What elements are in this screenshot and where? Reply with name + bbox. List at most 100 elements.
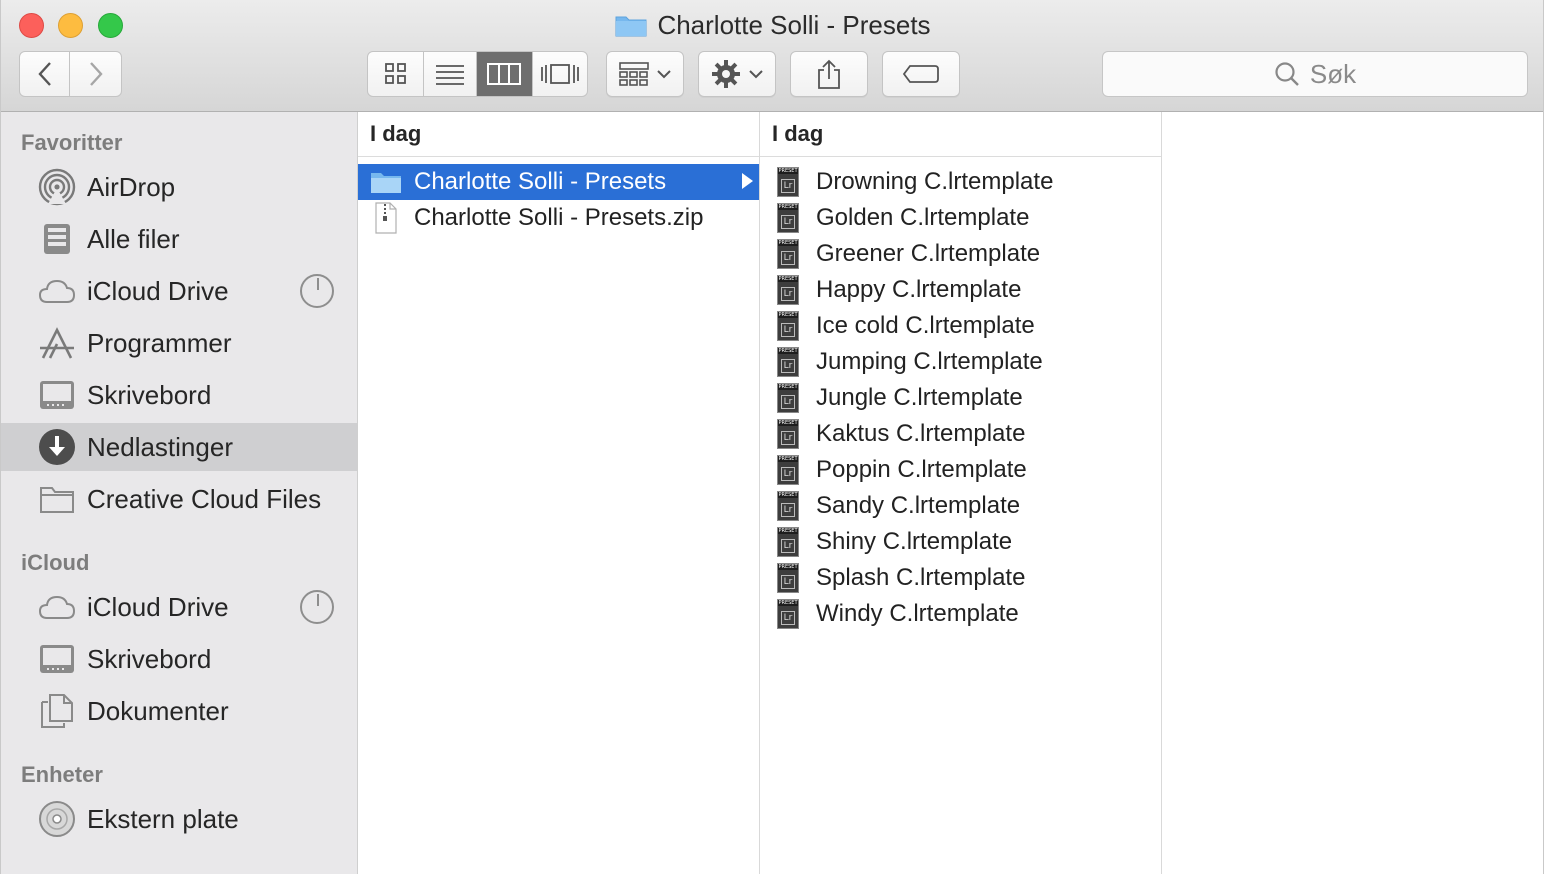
preset-file-graphic: PRESET Lr: [777, 563, 799, 593]
lightroom-glyph: Lr: [781, 575, 795, 589]
progress-indicator-icon: [300, 274, 334, 308]
tags-button[interactable]: [882, 51, 960, 97]
list-item-preset[interactable]: PRESET Lr Poppin C.lrtemplate: [760, 452, 1161, 488]
sidebar-item-airdrop[interactable]: AirDrop: [1, 163, 357, 211]
lightroom-glyph: Lr: [781, 251, 795, 265]
documents-icon: [38, 692, 76, 730]
list-item-preset[interactable]: PRESET Lr Ice cold C.lrtemplate: [760, 308, 1161, 344]
preset-caption: PRESET: [778, 204, 798, 210]
sidebar-item-label: Skrivebord: [87, 379, 212, 410]
empty-column: [1162, 112, 1543, 874]
coverflow-icon: [540, 64, 579, 84]
list-item-preset[interactable]: PRESET Lr Greener C.lrtemplate: [760, 236, 1161, 272]
cloud-icon: [38, 272, 76, 310]
action-button[interactable]: [698, 51, 776, 97]
list-item-zip[interactable]: Charlotte Solli - Presets.zip: [358, 200, 759, 236]
preset-file-icon: PRESET Lr: [772, 598, 804, 630]
coverflow-view-button[interactable]: [533, 52, 588, 96]
finder-window: Charlotte Solli - Presets Søk Favoritter…: [0, 0, 1544, 874]
arrange-button[interactable]: [606, 51, 684, 97]
preset-caption: PRESET: [778, 420, 798, 426]
preset-caption: PRESET: [778, 240, 798, 246]
list-item-label: Golden C.lrtemplate: [816, 204, 1030, 231]
lightroom-glyph: Lr: [781, 467, 795, 481]
sidebar-section-icloud: iCloud: [21, 550, 90, 575]
preset-file-icon: PRESET Lr: [772, 562, 804, 594]
preset-file-icon: PRESET Lr: [772, 490, 804, 522]
list-item-preset[interactable]: PRESET Lr Sandy C.lrtemplate: [760, 488, 1161, 524]
preset-file-graphic: PRESET Lr: [777, 491, 799, 521]
preset-file-icon: PRESET Lr: [772, 274, 804, 306]
list-item-preset[interactable]: PRESET Lr Shiny C.lrtemplate: [760, 524, 1161, 560]
sidebar-item-all-files[interactable]: Alle filer: [1, 215, 357, 263]
titlebar: Charlotte Solli - Presets Søk: [1, 0, 1543, 112]
sidebar-section-favorites: Favoritter: [21, 130, 123, 155]
list-item-label: Ice cold C.lrtemplate: [816, 312, 1035, 339]
list-item-label: Poppin C.lrtemplate: [816, 456, 1027, 483]
all-files-icon: [38, 220, 76, 258]
list-item-label: Jungle C.lrtemplate: [816, 384, 1023, 411]
browser-column-1: I dag Charlotte Solli - Presets Charlott…: [358, 112, 760, 874]
lightroom-glyph: Lr: [781, 287, 795, 301]
chevron-left-icon: [37, 62, 51, 86]
preset-caption: PRESET: [778, 168, 798, 174]
sidebar-item-label: Skrivebord: [87, 643, 212, 674]
search-field[interactable]: Søk: [1102, 51, 1528, 97]
list-item-preset[interactable]: PRESET Lr Drowning C.lrtemplate: [760, 164, 1161, 200]
sidebar-item-label: Alle filer: [87, 223, 180, 254]
sidebar-item-label: iCloud Drive: [87, 275, 229, 306]
list-item-preset[interactable]: PRESET Lr Kaktus C.lrtemplate: [760, 416, 1161, 452]
sidebar-item-desktop-2[interactable]: Skrivebord: [1, 635, 357, 683]
preset-file-icon: PRESET Lr: [772, 202, 804, 234]
list-item-preset[interactable]: PRESET Lr Splash C.lrtemplate: [760, 560, 1161, 596]
lightroom-glyph: Lr: [781, 431, 795, 445]
preset-caption: PRESET: [778, 276, 798, 282]
sidebar-item-desktop[interactable]: Skrivebord: [1, 371, 357, 419]
sidebar-item-label: Ekstern plate: [87, 803, 239, 834]
desktop-icon: [38, 640, 76, 678]
preset-file-icon: PRESET Lr: [772, 310, 804, 342]
list-item-label: Drowning C.lrtemplate: [816, 168, 1054, 195]
list-item-folder[interactable]: Charlotte Solli - Presets: [358, 164, 759, 200]
preset-caption: PRESET: [778, 600, 798, 606]
list-view-button[interactable]: [424, 52, 477, 96]
list-item-preset[interactable]: PRESET Lr Jungle C.lrtemplate: [760, 380, 1161, 416]
list-item-preset[interactable]: PRESET Lr Happy C.lrtemplate: [760, 272, 1161, 308]
column-view-button[interactable]: [477, 52, 533, 96]
list-item-preset[interactable]: PRESET Lr Windy C.lrtemplate: [760, 596, 1161, 632]
sidebar-item-icloud-drive-2[interactable]: iCloud Drive: [1, 583, 357, 631]
sidebar-item-label: AirDrop: [87, 171, 176, 202]
preset-caption: PRESET: [778, 492, 798, 498]
lightroom-glyph: Lr: [781, 359, 795, 373]
preset-file-icon: PRESET Lr: [772, 526, 804, 558]
list-item-preset[interactable]: PRESET Lr Jumping C.lrtemplate: [760, 344, 1161, 380]
sidebar-item-applications[interactable]: Programmer: [1, 319, 357, 367]
preset-file-icon: PRESET Lr: [772, 166, 804, 198]
sidebar: Favoritter AirDrop Alle filer iCloud Dri…: [1, 112, 358, 874]
sidebar-item-label: iCloud Drive: [87, 591, 229, 622]
preset-file-graphic: PRESET Lr: [777, 311, 799, 341]
forward-button[interactable]: [70, 52, 121, 96]
preset-file-graphic: PRESET Lr: [777, 239, 799, 269]
icon-view-button[interactable]: [368, 52, 425, 96]
zip-file-icon: [370, 202, 402, 234]
browser-column-2: I dag PRESET Lr Drowning C.lrtemplate PRESE…: [760, 112, 1162, 874]
sidebar-item-icloud-drive[interactable]: iCloud Drive: [1, 267, 357, 315]
column-header: I dag: [358, 112, 759, 157]
sidebar-item-label: Programmer: [87, 327, 232, 358]
sidebar-item-external-disk[interactable]: Ekstern plate: [1, 795, 357, 843]
sidebar-item-downloads[interactable]: Nedlastinger: [1, 423, 357, 471]
sidebar-item-creative-cloud-files[interactable]: Creative Cloud Files: [1, 475, 357, 523]
column-header: I dag: [760, 112, 1161, 157]
list-item-label: Charlotte Solli - Presets: [414, 168, 667, 195]
list-item-preset[interactable]: PRESET Lr Golden C.lrtemplate: [760, 200, 1161, 236]
list-item-label: Greener C.lrtemplate: [816, 240, 1041, 267]
grid-icon: [384, 63, 406, 84]
folder-icon: [38, 480, 76, 518]
desktop-icon: [38, 376, 76, 414]
share-button[interactable]: [790, 51, 868, 97]
sidebar-item-documents[interactable]: Dokumenter: [1, 687, 357, 735]
preset-caption: PRESET: [778, 384, 798, 390]
sidebar-item-label: Dokumenter: [87, 695, 229, 726]
back-button[interactable]: [20, 52, 71, 96]
